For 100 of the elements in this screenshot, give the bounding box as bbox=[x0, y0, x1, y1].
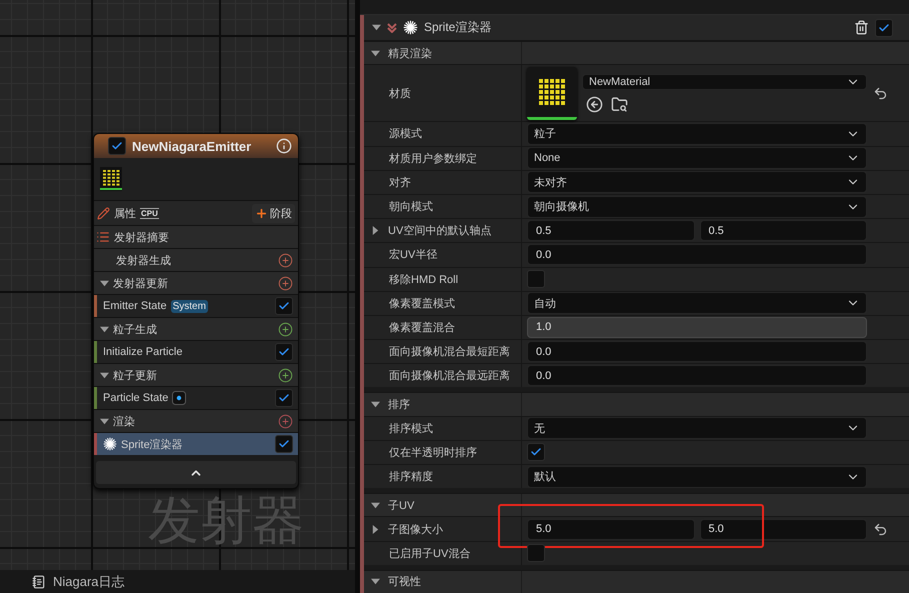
dropdown[interactable]: None bbox=[527, 147, 867, 170]
sim-target-label: CPU bbox=[140, 208, 159, 218]
property-label: 像素覆盖模式 bbox=[389, 296, 455, 311]
property-label: 排序精度 bbox=[389, 470, 433, 484]
expand-arrow-icon[interactable] bbox=[371, 48, 380, 58]
starburst-icon bbox=[103, 437, 117, 451]
emitter-node[interactable]: NewNiagaraEmitter 属性 CPU 阶段 发射器摘要 发射器生成 发射器更新 Emitter State System 粒子生成 Initialize Particle 粒子更新 Particle State 渲染 Sprite渲染器 bbox=[93, 133, 299, 489]
checkmark-icon bbox=[111, 140, 123, 152]
enable-checkbox[interactable] bbox=[108, 137, 126, 155]
property-label: 像素覆盖混合 bbox=[389, 320, 455, 335]
renderer-row[interactable]: Sprite渲染器 bbox=[94, 432, 298, 455]
checkmark-icon bbox=[278, 392, 290, 404]
emitter-thumbnail-drawing bbox=[100, 167, 122, 191]
checkmark-icon bbox=[278, 438, 290, 450]
section-title: 精灵渲染 bbox=[388, 46, 432, 61]
add-icon[interactable] bbox=[278, 276, 293, 290]
input-field[interactable]: 5.0 bbox=[700, 518, 867, 540]
expand-arrow-icon[interactable] bbox=[371, 400, 380, 410]
material-thumbnail[interactable] bbox=[527, 66, 577, 120]
trash-icon[interactable] bbox=[854, 20, 869, 36]
renderer-title: Sprite渲染器 bbox=[424, 19, 492, 36]
property-label: 移除HMD Roll bbox=[389, 272, 458, 287]
input-field[interactable]: 0.0 bbox=[527, 244, 867, 266]
checkbox[interactable] bbox=[275, 389, 293, 407]
checkbox[interactable] bbox=[275, 435, 293, 453]
system-badge: System bbox=[170, 300, 208, 312]
section-header[interactable]: 子UV bbox=[364, 493, 909, 516]
input-field[interactable]: 0.5 bbox=[700, 220, 867, 242]
section-title: 排序 bbox=[388, 398, 410, 412]
module-row[interactable]: Emitter State System bbox=[94, 294, 298, 317]
texture-drawing bbox=[537, 76, 567, 107]
section-header[interactable]: 可视性 bbox=[364, 570, 909, 593]
property-label: 对齐 bbox=[389, 176, 411, 190]
dropdown[interactable]: 无 bbox=[527, 417, 867, 440]
stage-row[interactable]: 发射器更新 bbox=[94, 271, 298, 294]
info-icon[interactable] bbox=[276, 138, 292, 154]
add-icon[interactable] bbox=[278, 368, 293, 382]
expand-arrow-icon[interactable] bbox=[100, 278, 109, 288]
expand-arrow-icon[interactable] bbox=[371, 577, 380, 586]
pencil-icon bbox=[97, 206, 110, 220]
input-field[interactable]: 0.5 bbox=[527, 220, 694, 242]
stage-row[interactable]: 渲染 bbox=[94, 409, 298, 432]
section-title: 子UV bbox=[388, 498, 414, 513]
add-stage-button[interactable]: 阶段 bbox=[252, 204, 295, 222]
property-label: 材质 bbox=[389, 86, 411, 101]
dropdown[interactable]: 朝向摄像机 bbox=[527, 196, 867, 218]
module-row[interactable]: Particle State bbox=[94, 386, 298, 409]
reset-icon[interactable] bbox=[873, 86, 888, 101]
add-icon[interactable] bbox=[278, 252, 293, 268]
list-icon bbox=[96, 230, 110, 244]
folder-search-icon[interactable] bbox=[611, 96, 628, 113]
property-label: 材质用户参数绑定 bbox=[389, 152, 477, 166]
starburst-icon bbox=[403, 20, 418, 36]
checkmark-icon bbox=[878, 22, 890, 34]
summary-row[interactable]: 发射器摘要 bbox=[94, 225, 298, 248]
add-icon[interactable] bbox=[278, 414, 293, 428]
stage-row[interactable]: 粒子生成 bbox=[94, 317, 298, 340]
collapse-arrow-icon[interactable] bbox=[372, 23, 381, 32]
dropdown[interactable]: 未对齐 bbox=[527, 171, 867, 194]
section-header[interactable]: 精灵渲染 bbox=[364, 41, 909, 64]
dropdown[interactable]: 粒子 bbox=[527, 122, 867, 145]
properties-label[interactable]: 属性 bbox=[114, 206, 136, 220]
expand-arrow-icon[interactable] bbox=[371, 226, 380, 236]
expand-arrow-icon[interactable] bbox=[371, 500, 380, 510]
spin-field[interactable]: 1.0 bbox=[527, 316, 867, 338]
arrow-left-icon[interactable] bbox=[586, 96, 603, 113]
property-label: 朝向模式 bbox=[389, 200, 433, 214]
expand-arrow-icon[interactable] bbox=[100, 324, 109, 334]
property-label: 面向摄像机混合最远距离 bbox=[389, 368, 510, 384]
expand-arrow-icon[interactable] bbox=[100, 416, 109, 426]
plus-icon bbox=[255, 206, 268, 220]
input-field[interactable]: 0.0 bbox=[527, 341, 867, 362]
property-label: UV空间中的默认轴点 bbox=[388, 224, 492, 238]
log-icon bbox=[32, 574, 46, 588]
node-title: NewNiagaraEmitter bbox=[132, 138, 252, 154]
checkbox[interactable] bbox=[275, 297, 293, 315]
stage-row[interactable]: 发射器生成 bbox=[94, 248, 298, 271]
expand-arrow-icon[interactable] bbox=[371, 524, 380, 534]
input-field[interactable]: 0.0 bbox=[527, 365, 867, 386]
add-icon[interactable] bbox=[278, 322, 293, 336]
property-label: 已启用子UV混合 bbox=[389, 546, 470, 561]
checkbox[interactable] bbox=[527, 270, 545, 288]
section-header[interactable]: 排序 bbox=[364, 392, 909, 416]
checkbox[interactable] bbox=[275, 343, 293, 361]
checkbox[interactable] bbox=[527, 443, 545, 462]
stage-row[interactable]: 粒子更新 bbox=[94, 363, 298, 386]
input-field[interactable]: 5.0 bbox=[527, 518, 694, 540]
property-label: 仅在半透明时排序 bbox=[389, 446, 477, 460]
material-dropdown[interactable]: NewMaterial bbox=[582, 74, 867, 90]
dropdown[interactable]: 默认 bbox=[527, 466, 867, 488]
checkbox[interactable] bbox=[527, 544, 545, 562]
section-title: 可视性 bbox=[388, 575, 421, 590]
enable-checkbox[interactable] bbox=[875, 18, 893, 37]
dropdown[interactable]: 自动 bbox=[527, 292, 867, 314]
log-tab[interactable]: Niagara日志 bbox=[32, 572, 125, 590]
property-label: 子图像大小 bbox=[388, 522, 443, 537]
reset-icon[interactable] bbox=[873, 522, 888, 537]
property-label: 面向摄像机混合最短距离 bbox=[389, 344, 510, 360]
module-row[interactable]: Initialize Particle bbox=[94, 340, 298, 363]
expand-arrow-icon[interactable] bbox=[100, 370, 109, 380]
